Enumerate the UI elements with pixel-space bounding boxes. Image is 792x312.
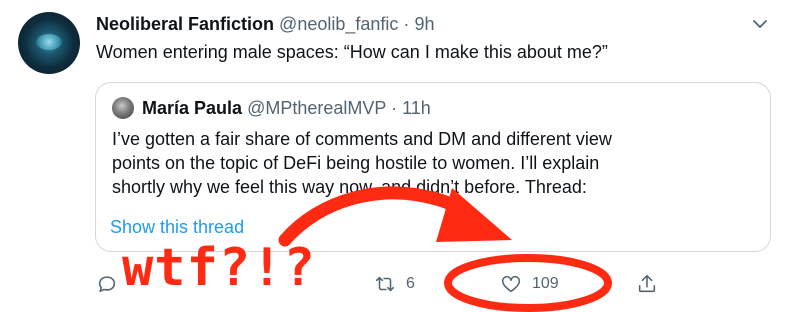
quoted-user-handle: @MPtherealMVP [247, 98, 387, 118]
retweet-button[interactable]: 6 [374, 268, 415, 300]
separator-dot: · [403, 14, 410, 34]
quoted-display-name: María Paula [142, 98, 243, 118]
quoted-separator-dot: · [391, 98, 398, 118]
quoted-tweet-time: 11h [402, 98, 431, 118]
wtf-annotation-text: wtf?!? [122, 238, 316, 298]
more-options-button[interactable] [746, 10, 774, 38]
reply-icon [98, 276, 116, 293]
quoted-tweet-text: I’ve gotten a fair share of comments and… [112, 127, 762, 199]
chevron-down-icon [753, 20, 767, 28]
reply-button[interactable] [96, 268, 118, 300]
show-thread-link[interactable]: Show this thread [110, 215, 244, 239]
share-icon [638, 274, 656, 293]
heart-icon [501, 275, 521, 293]
quoted-text-line: shortly why we feel this way now, and di… [112, 177, 587, 197]
quoted-user-avatar [112, 97, 134, 119]
user-handle[interactable]: @neolib_fanfic [279, 14, 398, 34]
tweet-time[interactable]: 9h [414, 14, 434, 34]
tweet-text: Women entering male spaces: “How can I m… [96, 42, 608, 62]
quoted-tweet[interactable]: María Paula @MPtherealMVP · 11h I’ve got… [95, 82, 771, 252]
retweet-icon [375, 276, 395, 292]
tweet-actions: 6 109 [0, 268, 792, 300]
display-name[interactable]: Neoliberal Fanfiction [96, 14, 274, 34]
like-count: 109 [532, 275, 559, 292]
share-button[interactable] [636, 268, 658, 300]
like-button[interactable]: 109 [500, 268, 559, 300]
quoted-tweet-header: María Paula @MPtherealMVP · 11h [142, 96, 431, 120]
quoted-text-line: I’ve gotten a fair share of comments and… [112, 129, 612, 149]
retweet-count: 6 [406, 275, 415, 292]
tweet-header: Neoliberal Fanfiction @neolib_fanfic · 9… [96, 12, 434, 36]
user-avatar[interactable] [18, 12, 80, 74]
quoted-text-line: points on the topic of DeFi being hostil… [112, 153, 600, 173]
